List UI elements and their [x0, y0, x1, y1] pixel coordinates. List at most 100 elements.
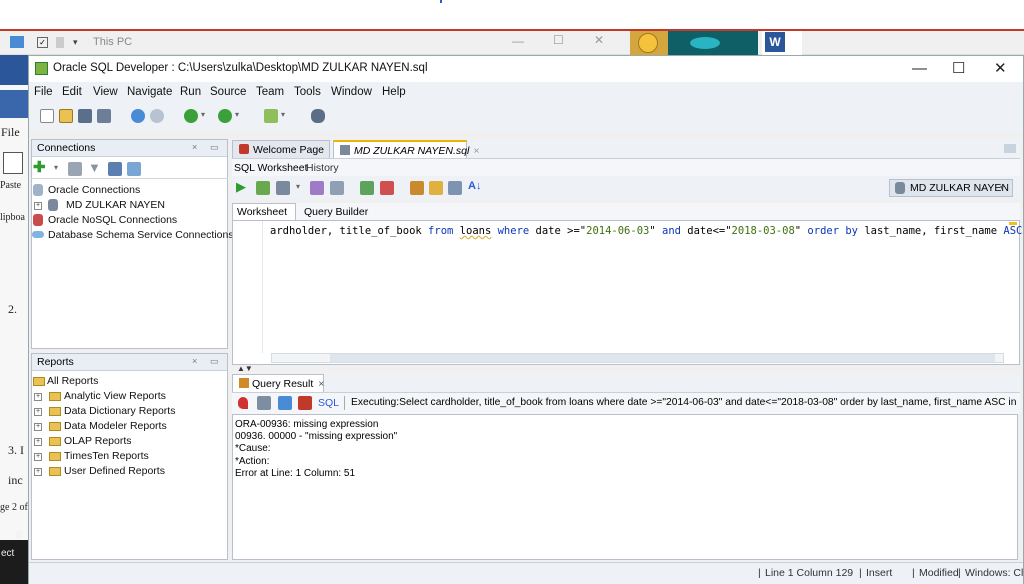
- new-file-icon[interactable]: [40, 109, 54, 123]
- connections-divider: [31, 178, 228, 179]
- run-statement-icon[interactable]: ▶: [236, 180, 246, 193]
- schema-browser-icon[interactable]: [108, 162, 122, 176]
- forward-icon[interactable]: [218, 109, 232, 123]
- result-tab-close-icon[interactable]: ×: [318, 378, 324, 390]
- menu-team[interactable]: Team: [256, 86, 284, 98]
- subtab-history[interactable]: History: [306, 162, 339, 174]
- tree-database-schema-service[interactable]: Database Schema Service Connections: [48, 229, 234, 241]
- open-folder-icon[interactable]: [59, 109, 73, 123]
- autotrace-dropdown-icon[interactable]: ▾: [296, 182, 300, 191]
- commit-icon[interactable]: [360, 181, 374, 195]
- menu-edit[interactable]: Edit: [62, 86, 82, 98]
- menu-view[interactable]: View: [93, 86, 118, 98]
- run-config-dropdown-icon[interactable]: ▾: [281, 110, 285, 119]
- run-config-icon[interactable]: [264, 109, 278, 123]
- cancel-query-icon[interactable]: [298, 396, 312, 410]
- connections-minimize-icon[interactable]: ▭: [210, 142, 219, 153]
- add-connection-icon[interactable]: ✚: [33, 160, 46, 175]
- menu-help[interactable]: Help: [382, 86, 406, 98]
- refresh-icon[interactable]: [68, 162, 82, 176]
- format-sql-icon[interactable]: A↓: [468, 180, 481, 192]
- connection-select-chevron-icon[interactable]: ▾: [1000, 183, 1004, 192]
- back-dropdown-icon[interactable]: ▾: [201, 110, 205, 119]
- subtab-sql-worksheet[interactable]: SQL Worksheet: [234, 162, 308, 174]
- refresh-results-icon[interactable]: [278, 396, 292, 410]
- tree-user-defined-reports[interactable]: User Defined Reports: [64, 465, 165, 477]
- sql-tuning-icon[interactable]: [330, 181, 344, 195]
- tab-query-builder[interactable]: Query Builder: [304, 206, 368, 218]
- pin-icon[interactable]: [238, 397, 248, 409]
- tree-md-zulkar-nayen[interactable]: MD ZULKAR NAYEN: [66, 199, 165, 211]
- status-line-endings[interactable]: Windows: Cl: [965, 567, 1023, 579]
- menu-file[interactable]: File: [34, 86, 53, 98]
- undo-icon[interactable]: [131, 109, 145, 123]
- menu-bar: [29, 82, 1023, 103]
- reports-minimize-icon[interactable]: ▭: [210, 356, 219, 367]
- main-toolbar: [29, 103, 1023, 131]
- save-icon[interactable]: [78, 109, 92, 123]
- menu-tools[interactable]: Tools: [294, 86, 321, 98]
- result-tab-strip: [232, 374, 1020, 392]
- expand-icon[interactable]: +: [34, 393, 42, 401]
- tree-timesten-reports[interactable]: TimesTen Reports: [64, 450, 149, 462]
- maximize-button[interactable]: ☐: [952, 59, 965, 77]
- back-icon[interactable]: [184, 109, 198, 123]
- connections-close-icon[interactable]: ×: [192, 142, 197, 152]
- menu-run[interactable]: Run: [180, 86, 201, 98]
- tree-analytic-view-reports[interactable]: Analytic View Reports: [64, 390, 166, 402]
- splitter-arrows-icon[interactable]: ▲▼: [237, 364, 253, 373]
- save-all-icon[interactable]: [97, 109, 111, 123]
- tab-close-icon[interactable]: ×: [473, 145, 479, 157]
- add-connection-dropdown-icon[interactable]: ▾: [54, 163, 58, 172]
- folder-icon: [49, 422, 61, 431]
- tree-oracle-connections[interactable]: Oracle Connections: [48, 184, 140, 196]
- sql-code-line[interactable]: ardholder, title_of_book from loans wher…: [270, 225, 1024, 237]
- explain-plan-icon[interactable]: [310, 181, 324, 195]
- unshared-sql-icon[interactable]: [410, 181, 424, 195]
- tab-list-icon[interactable]: [1004, 144, 1016, 153]
- import-connections-icon[interactable]: [127, 162, 141, 176]
- cloud-icon: [32, 231, 44, 238]
- expand-icon[interactable]: +: [34, 202, 42, 210]
- horizontal-scrollbar-thumb[interactable]: [330, 354, 995, 362]
- tab-sql-file-label: MD ZULKAR NAYEN.sql: [354, 145, 470, 157]
- minimize-button[interactable]: —: [912, 60, 927, 77]
- clear-icon[interactable]: [429, 181, 443, 195]
- print-icon[interactable]: [257, 396, 271, 410]
- close-button[interactable]: ✕: [994, 59, 1007, 77]
- tree-olap-reports[interactable]: OLAP Reports: [64, 435, 132, 447]
- tree-data-dictionary-reports[interactable]: Data Dictionary Reports: [64, 405, 175, 417]
- filter-icon[interactable]: ▼: [88, 161, 101, 174]
- sql-history-icon[interactable]: [448, 181, 462, 195]
- sql-link[interactable]: SQL: [318, 397, 339, 409]
- expand-icon[interactable]: +: [34, 438, 42, 446]
- menu-source[interactable]: Source: [210, 86, 246, 98]
- expand-icon[interactable]: +: [34, 468, 42, 476]
- tab-sql-file[interactable]: MD ZULKAR NAYEN.sql ×: [333, 140, 479, 159]
- reports-close-icon[interactable]: ×: [192, 356, 197, 366]
- tab-welcome-page[interactable]: Welcome Page: [232, 140, 330, 159]
- nosql-connections-icon: [33, 214, 43, 226]
- folder-icon: [49, 467, 61, 476]
- tree-all-reports[interactable]: All Reports: [47, 375, 98, 387]
- run-script-icon[interactable]: [256, 181, 270, 195]
- query-result-icon: [239, 378, 249, 388]
- menu-window[interactable]: Window: [331, 86, 372, 98]
- tab-worksheet[interactable]: Worksheet: [232, 203, 296, 220]
- forward-dropdown-icon[interactable]: ▾: [235, 110, 239, 119]
- menu-navigate[interactable]: Navigate: [127, 86, 172, 98]
- tree-oracle-nosql-connections[interactable]: Oracle NoSQL Connections: [48, 214, 177, 226]
- status-insert-mode[interactable]: Insert: [866, 567, 892, 579]
- redo-icon[interactable]: [150, 109, 164, 123]
- emoji-thumbnail: [630, 31, 668, 55]
- expand-icon[interactable]: +: [34, 423, 42, 431]
- autotrace-icon[interactable]: [276, 181, 290, 195]
- rollback-icon[interactable]: [380, 181, 394, 195]
- find-db-object-icon[interactable]: [311, 109, 325, 123]
- expand-icon[interactable]: +: [34, 408, 42, 416]
- database-connection-icon: [48, 199, 58, 211]
- expand-icon[interactable]: +: [34, 453, 42, 461]
- tree-data-modeler-reports[interactable]: Data Modeler Reports: [64, 420, 167, 432]
- sql-editor[interactable]: [232, 220, 1020, 365]
- tab-query-result[interactable]: Query Result ×: [232, 374, 324, 393]
